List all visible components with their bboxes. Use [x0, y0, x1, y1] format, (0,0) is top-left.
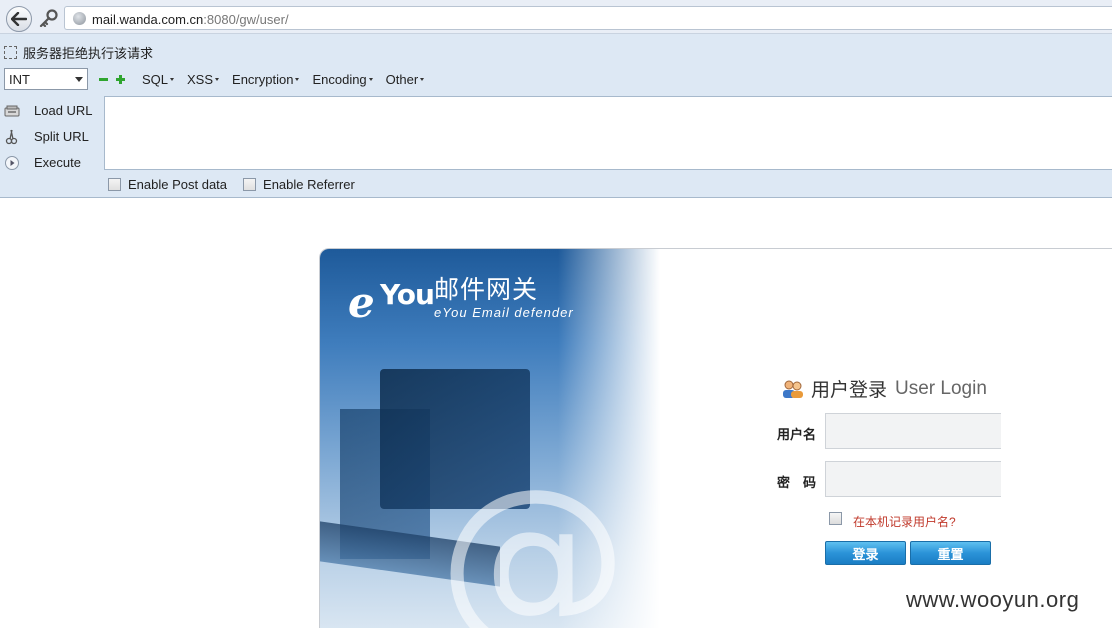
load-url-button[interactable]: Load URL [2, 98, 102, 124]
menu-sql[interactable]: SQL [142, 72, 175, 87]
reset-button[interactable]: 重置 [910, 541, 991, 565]
caret-icon [295, 77, 300, 81]
brand-cn: 邮件网关 [434, 276, 539, 304]
load-url-label: Load URL [34, 103, 93, 118]
referrer-checkbox[interactable] [243, 178, 257, 191]
key-icon[interactable] [38, 9, 58, 27]
caret-icon [215, 77, 220, 81]
dashed-box-icon [4, 46, 17, 59]
users-icon [783, 380, 803, 398]
execute-label: Execute [34, 155, 81, 170]
hackbar-panel: 服务器拒绝执行该请求 INT SQL XSS Encryption Encodi… [0, 34, 1112, 198]
menu-xss[interactable]: XSS [187, 72, 220, 87]
referrer-label: Enable Referrer [263, 177, 355, 192]
at-sign-graphic: @ [438, 448, 628, 628]
url-path: :8080/gw/user/ [203, 12, 289, 27]
brand-en: eYou Email defender [434, 305, 574, 320]
play-icon [5, 156, 19, 170]
reject-text: 服务器拒绝执行该请求 [23, 46, 154, 61]
request-rejected-notice: 服务器拒绝执行该请求 [4, 43, 153, 62]
remember-checkbox[interactable] [829, 512, 842, 525]
caret-icon [420, 77, 425, 81]
url-text[interactable]: mail.wanda.com.cn:8080/gw/user/ [92, 12, 289, 27]
decrease-icon[interactable] [98, 74, 109, 85]
hackbar-options: Enable Post data Enable Referrer [108, 177, 371, 192]
post-data-label: Enable Post data [128, 177, 228, 192]
logo-e: e [348, 278, 375, 327]
load-url-icon [4, 105, 20, 117]
password-label: 密 码 [777, 475, 817, 490]
login-button[interactable]: 登录 [825, 541, 906, 565]
address-bar[interactable]: mail.wanda.com.cn:8080/gw/user/ [64, 6, 1112, 30]
menu-encryption[interactable]: Encryption [232, 72, 300, 87]
browser-toolbar: mail.wanda.com.cn:8080/gw/user/ [0, 0, 1112, 34]
scissors-icon [5, 129, 18, 145]
caret-icon [368, 77, 373, 81]
login-panel: @ e You 邮件网关 eYou Email defender 用户登录 Us… [319, 248, 1112, 628]
type-select-value: INT [9, 72, 30, 87]
remember-label[interactable]: 在本机记录用户名? [853, 513, 956, 530]
caret-icon [170, 77, 175, 81]
logo-you: You [380, 278, 435, 311]
login-title-en: User Login [895, 377, 987, 399]
login-title-cn: 用户登录 [811, 380, 888, 401]
post-data-checkbox[interactable] [108, 178, 121, 191]
watermark-text: www.wooyun.org [906, 587, 1080, 612]
hero-image: @ e You 邮件网关 eYou Email defender [320, 249, 660, 628]
login-heading: 用户登录 User Login [781, 375, 987, 402]
username-label: 用户名 [777, 427, 817, 442]
menu-other[interactable]: Other [386, 72, 425, 87]
url-textarea[interactable] [104, 96, 1112, 170]
increase-icon[interactable] [115, 74, 126, 85]
hackbar-actions: Load URL Split URL Execute [2, 98, 102, 176]
back-button[interactable] [6, 6, 32, 32]
type-select[interactable]: INT [4, 68, 88, 90]
split-url-label: Split URL [34, 129, 89, 144]
globe-icon [73, 12, 86, 25]
dropdown-arrow-icon [75, 77, 83, 82]
password-input[interactable] [825, 461, 1001, 497]
hackbar-toolbar: INT SQL XSS Encryption Encoding Other [4, 68, 425, 90]
split-url-button[interactable]: Split URL [2, 124, 102, 150]
url-host: mail.wanda.com.cn [92, 12, 204, 27]
menu-encoding[interactable]: Encoding [312, 72, 373, 87]
execute-button[interactable]: Execute [2, 150, 102, 176]
back-arrow-icon [11, 12, 27, 26]
username-input[interactable] [825, 413, 1001, 449]
